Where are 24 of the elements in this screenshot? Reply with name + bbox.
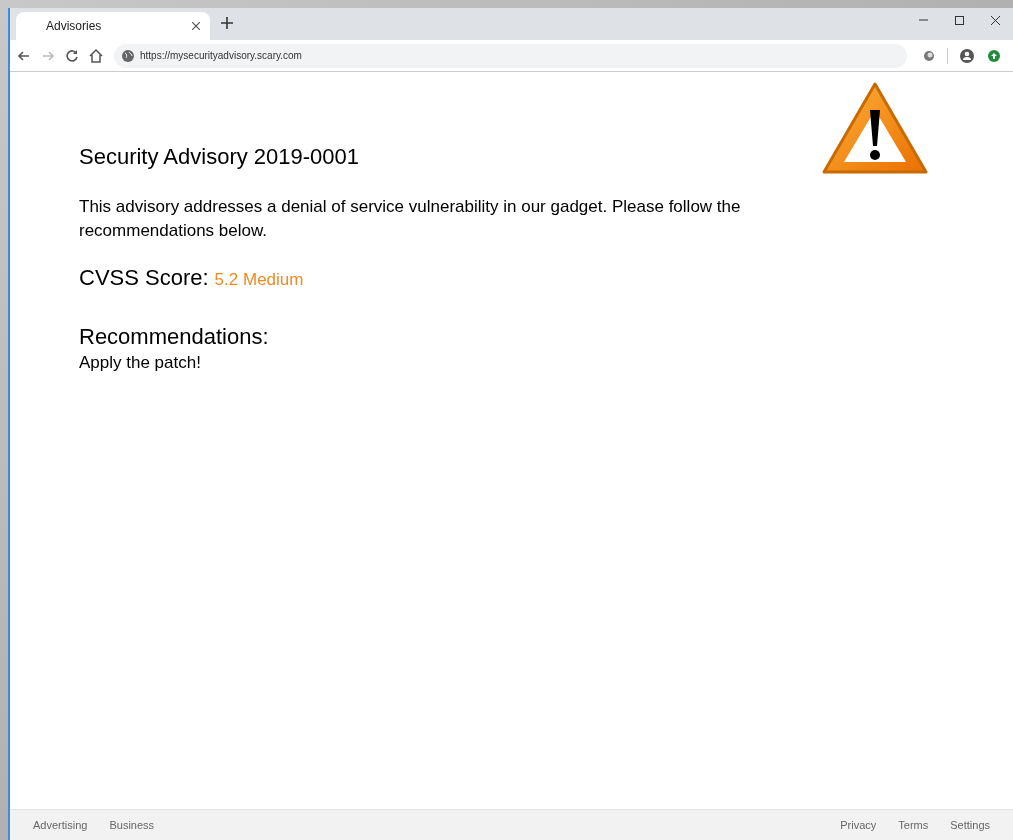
profile-icon[interactable]	[960, 48, 974, 63]
extension-icon[interactable]	[923, 49, 935, 62]
url-text: https://mysecurityadvisory.scary.com	[140, 49, 302, 63]
browser-tab[interactable]: Advisories	[16, 12, 210, 40]
page-title: Security Advisory 2019-0001	[79, 143, 361, 171]
cvss-score: 5.2 Medium	[214, 269, 304, 291]
update-icon[interactable]	[988, 49, 1000, 62]
recommendations-heading: Recommendations:	[79, 324, 270, 350]
close-icon[interactable]	[192, 22, 200, 30]
recommendation-text: Apply the patch!	[79, 352, 202, 374]
footer-link[interactable]: Settings	[950, 816, 990, 834]
footer-link[interactable]: Advertising	[33, 816, 88, 834]
intro-paragraph: This advisory addresses a denial of service vulnerability in our gadget. Please follow the recommendations below.	[79, 196, 742, 242]
cvss-label: CVSS Score:	[79, 264, 209, 292]
address-bar[interactable]: https://mysecurityadvisory.scary.com	[114, 43, 907, 68]
footer-link[interactable]: Business	[109, 816, 155, 834]
footer-link[interactable]: Terms	[898, 816, 929, 834]
globe-icon	[122, 49, 134, 62]
close-icon	[990, 15, 1000, 25]
maximize-icon	[954, 15, 964, 25]
minimize-icon	[918, 19, 928, 21]
plus-icon	[221, 17, 233, 29]
footer-link[interactable]: Privacy	[840, 816, 877, 834]
tab-title: Advisories	[46, 18, 102, 35]
